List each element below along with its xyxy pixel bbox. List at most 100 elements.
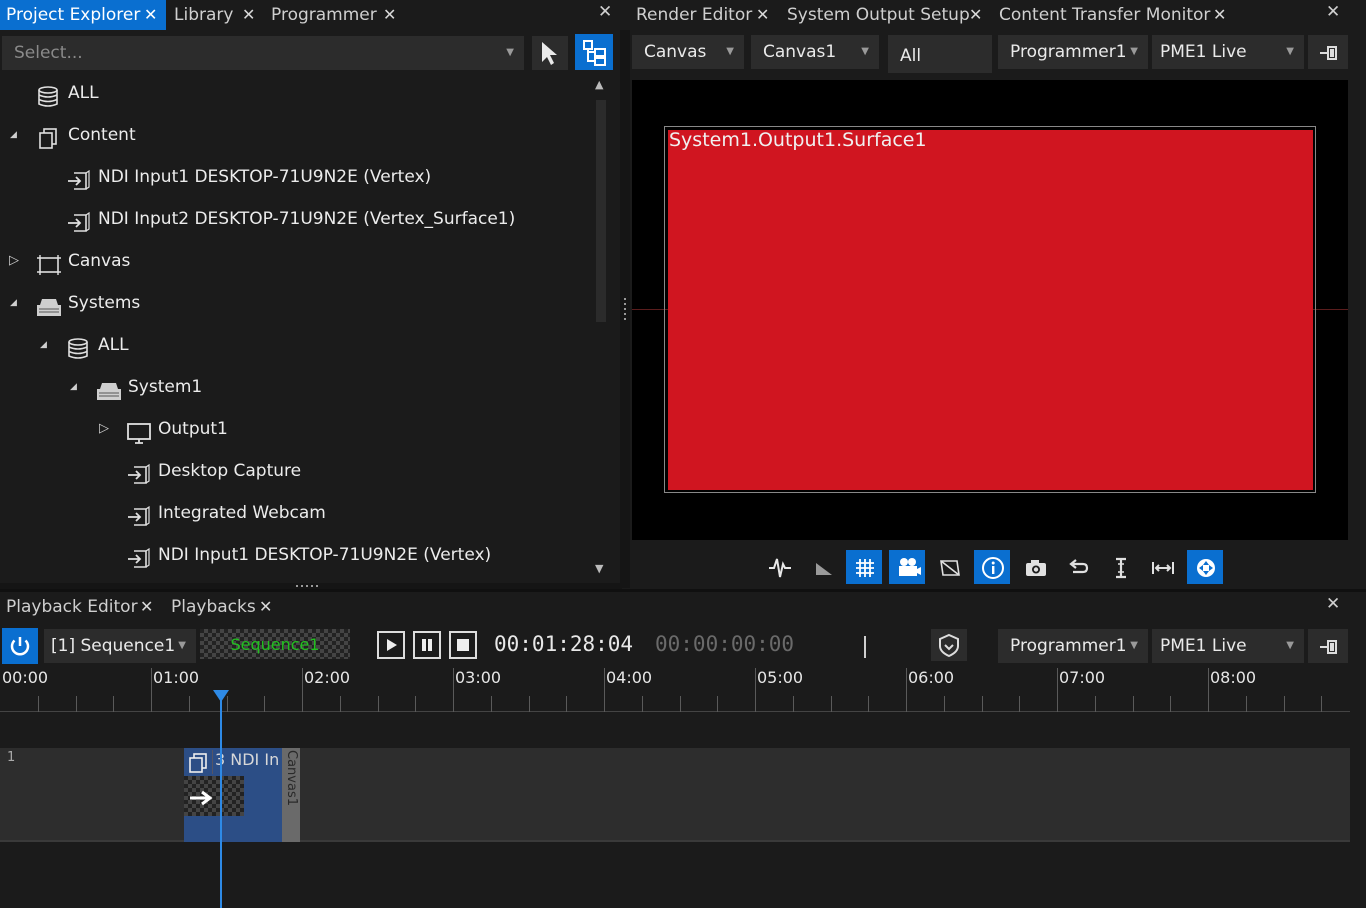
tree-item[interactable]: ◢ ALL bbox=[0, 324, 592, 366]
panel-close-icon[interactable]: ✕ bbox=[1326, 594, 1340, 614]
tree-item[interactable]: ◢ System1 bbox=[0, 366, 592, 408]
collapsed-arrow-icon[interactable]: ▷ bbox=[99, 408, 109, 450]
clip-canvas-tag[interactable]: Canvas1 bbox=[282, 748, 300, 842]
tree-item-label: NDI Input2 DESKTOP-71U9N2E (Vertex_Surfa… bbox=[98, 209, 516, 229]
tab-content-transfer-monitor[interactable]: Content Transfer Monitor ✕ bbox=[993, 0, 1239, 30]
tree-item[interactable]: ▷ Output1 bbox=[0, 408, 592, 450]
render-toolbar-button[interactable] bbox=[1059, 550, 1095, 584]
tab-playback-editor[interactable]: Playback Editor ✕ bbox=[0, 592, 162, 622]
scroll-thumb[interactable] bbox=[596, 100, 606, 322]
canvas-type-dropdown[interactable]: Canvas ▼ bbox=[632, 35, 744, 69]
timeline-clip[interactable]: 3 NDI In bbox=[184, 748, 282, 842]
tab-label: Playback Editor bbox=[6, 597, 138, 617]
tree-item[interactable]: Desktop Capture bbox=[0, 450, 592, 492]
tree-scrollbar[interactable]: ▲ ▼ bbox=[592, 78, 610, 580]
ruler-major-tick bbox=[151, 668, 152, 712]
render-toolbar-button[interactable] bbox=[1102, 550, 1138, 584]
tree-item[interactable]: NDI Input1 DESKTOP-71U9N2E (Vertex) bbox=[0, 156, 592, 198]
tab-programmer[interactable]: Programmer ✕ bbox=[265, 0, 405, 30]
tree-item[interactable]: NDI Input2 DESKTOP-71U9N2E (Vertex_Surfa… bbox=[0, 198, 592, 240]
close-icon[interactable]: ✕ bbox=[259, 592, 272, 622]
pause-button[interactable] bbox=[413, 631, 441, 659]
tree-item[interactable]: ◢ Content bbox=[0, 114, 592, 156]
tab-system-output-setup[interactable]: System Output Setup ✕ bbox=[781, 0, 989, 30]
play-button[interactable] bbox=[377, 631, 405, 659]
playhead-handle-icon[interactable] bbox=[213, 690, 230, 702]
tree-item[interactable]: Integrated Webcam bbox=[0, 492, 592, 534]
tree-item[interactable]: ◢ Systems bbox=[0, 282, 592, 324]
render-toolbar-button[interactable] bbox=[888, 550, 925, 584]
expanded-arrow-icon[interactable]: ◢ bbox=[10, 282, 17, 324]
input-icon bbox=[66, 208, 90, 232]
render-toolbar-button[interactable] bbox=[1187, 550, 1223, 584]
ruler-time-label: 06:00 bbox=[908, 668, 955, 687]
stop-button[interactable] bbox=[449, 631, 477, 659]
expanded-arrow-icon[interactable]: ◢ bbox=[70, 366, 77, 408]
timecode-current: 00:01:28:04 bbox=[494, 632, 634, 656]
tab-render-editor[interactable]: Render Editor ✕ bbox=[630, 0, 778, 30]
tree-select-button[interactable] bbox=[575, 34, 613, 70]
camera-icon bbox=[1025, 560, 1046, 576]
close-icon[interactable]: ✕ bbox=[969, 0, 982, 30]
ruler-minor-tick bbox=[982, 696, 983, 712]
pin-button[interactable] bbox=[1308, 35, 1348, 69]
panel-close-icon[interactable]: ✕ bbox=[1326, 2, 1340, 22]
pointer-select-button[interactable] bbox=[532, 36, 568, 70]
close-icon[interactable]: ✕ bbox=[756, 0, 769, 30]
splitter-grip-icon bbox=[624, 298, 626, 320]
live-dropdown[interactable]: PME1 Live ▼ bbox=[1152, 35, 1304, 69]
tab-playbacks[interactable]: Playbacks ✕ bbox=[165, 592, 283, 622]
shield-icon bbox=[939, 633, 959, 658]
playback-live-dropdown[interactable]: PME1 Live ▼ bbox=[1152, 629, 1304, 663]
tree-item[interactable]: ▷ Canvas bbox=[0, 240, 592, 282]
playhead[interactable] bbox=[213, 690, 230, 908]
database-icon bbox=[66, 334, 90, 359]
ruler-minor-tick bbox=[38, 696, 39, 712]
playback-programmer-dropdown[interactable]: Programmer1 ▼ bbox=[998, 629, 1148, 663]
close-icon[interactable]: ✕ bbox=[140, 592, 153, 622]
undo-icon bbox=[1069, 559, 1089, 574]
render-toolbar-button[interactable] bbox=[931, 550, 967, 584]
close-icon[interactable]: ✕ bbox=[1213, 0, 1226, 30]
tree-item[interactable]: NDI Input1 DESKTOP-71U9N2E (Vertex) bbox=[0, 534, 592, 576]
sequence-dropdown[interactable]: [1] Sequence1 ▼ bbox=[44, 629, 196, 663]
render-toolbar-button[interactable] bbox=[804, 550, 840, 584]
render-toolbar-button[interactable] bbox=[1144, 550, 1180, 584]
close-icon[interactable]: ✕ bbox=[144, 0, 157, 30]
shield-button[interactable] bbox=[931, 629, 967, 661]
expanded-arrow-icon[interactable]: ◢ bbox=[10, 114, 17, 156]
programmer-dropdown[interactable]: Programmer1 ▼ bbox=[998, 35, 1148, 69]
filter-dropdown[interactable]: All bbox=[888, 35, 992, 73]
close-icon[interactable]: ✕ bbox=[383, 0, 396, 30]
play-icon bbox=[387, 639, 397, 651]
tree-item-label: Canvas bbox=[68, 251, 131, 271]
timeline-cursor-marker bbox=[864, 636, 866, 658]
collapsed-arrow-icon[interactable]: ▷ bbox=[9, 240, 19, 282]
vertical-splitter[interactable] bbox=[620, 30, 630, 588]
panel-close-icon[interactable]: ✕ bbox=[598, 2, 612, 22]
close-icon[interactable]: ✕ bbox=[242, 0, 255, 30]
render-toolbar-button[interactable] bbox=[761, 550, 797, 584]
tab-library[interactable]: Library ✕ bbox=[168, 0, 264, 30]
dropdown-value: Programmer1 bbox=[1010, 636, 1127, 656]
scroll-up-icon[interactable]: ▲ bbox=[595, 78, 603, 91]
clip-canvas-label: Canvas1 bbox=[284, 750, 299, 806]
render-toolbar-button[interactable] bbox=[1017, 550, 1053, 584]
power-button[interactable] bbox=[2, 628, 38, 664]
ruler-major-tick bbox=[755, 668, 756, 712]
output-surface[interactable]: System1.Output1.Surface1 bbox=[664, 126, 1316, 493]
render-toolbar-button[interactable] bbox=[974, 550, 1010, 584]
render-toolbar-button[interactable] bbox=[846, 550, 883, 584]
scroll-down-icon[interactable]: ▼ bbox=[595, 562, 603, 575]
explorer-select-dropdown[interactable]: Select... ▼ bbox=[2, 36, 524, 70]
tree-item[interactable]: ALL bbox=[0, 72, 592, 114]
tab-project-explorer[interactable]: Project Explorer ✕ bbox=[0, 0, 166, 30]
preview-label: Sequence1 bbox=[230, 635, 320, 654]
expanded-arrow-icon[interactable]: ◢ bbox=[40, 324, 47, 366]
render-viewport[interactable]: System1.Output1.Surface1 bbox=[632, 80, 1348, 540]
input-icon bbox=[66, 166, 90, 190]
playback-pin-button[interactable] bbox=[1308, 629, 1348, 663]
canvas-dropdown[interactable]: Canvas1 ▼ bbox=[751, 35, 879, 69]
timeline-ruler[interactable] bbox=[0, 666, 1350, 712]
ruler-time-label: 08:00 bbox=[1210, 668, 1257, 687]
